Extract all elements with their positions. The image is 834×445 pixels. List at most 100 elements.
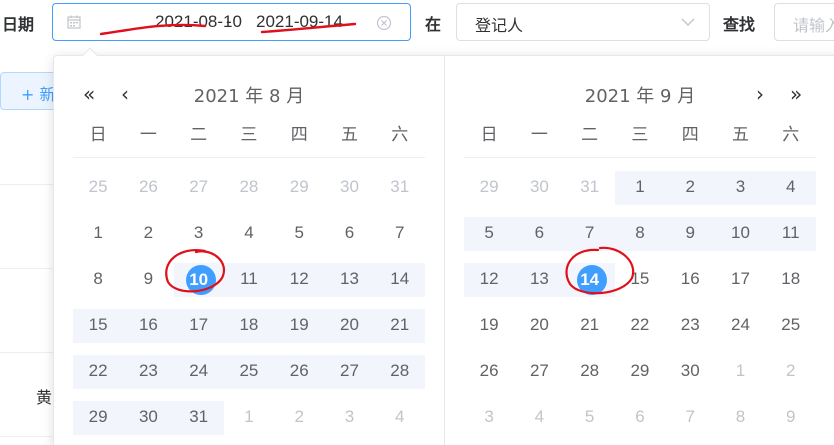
day-cell[interactable]: 14 (374, 257, 425, 303)
day-cell[interactable]: 9 (766, 395, 816, 441)
day-cell[interactable]: 19 (464, 303, 514, 349)
day-number: 1 (93, 223, 103, 242)
day-cell[interactable]: 13 (514, 257, 565, 303)
day-number: 26 (138, 177, 158, 196)
day-cell[interactable]: 4 (514, 395, 564, 441)
day-cell[interactable]: 6 (615, 395, 665, 441)
day-cell[interactable]: 3 (715, 165, 766, 211)
day-cell[interactable]: 1 (73, 211, 123, 257)
day-cell[interactable]: 17 (173, 303, 224, 349)
day-cell[interactable]: 4 (375, 395, 425, 441)
day-cell[interactable]: 12 (274, 257, 325, 303)
day-cell[interactable]: 8 (715, 395, 765, 441)
day-cell[interactable]: 28 (374, 349, 425, 395)
day-number: 28 (239, 177, 259, 196)
day-cell[interactable]: 15 (615, 257, 665, 303)
day-cell[interactable]: 19 (274, 303, 325, 349)
day-cell[interactable]: 26 (274, 349, 325, 395)
day-cell[interactable]: 12 (464, 257, 515, 303)
day-cell[interactable]: 1 (715, 349, 765, 395)
week-row: 5 6 7 8 9 10 11 (464, 211, 816, 257)
day-cell[interactable]: 20 (324, 303, 375, 349)
day-cell[interactable]: 13 (324, 257, 375, 303)
day-cell[interactable]: 3 (464, 395, 514, 441)
day-cell[interactable]: 8 (614, 211, 666, 257)
day-cell[interactable]: 30 (324, 165, 374, 211)
day-cell[interactable]: 3 (324, 395, 374, 441)
day-cell[interactable]: 18 (223, 303, 275, 349)
day-cell[interactable]: 21 (565, 303, 615, 349)
day-cell[interactable]: 10 (173, 257, 224, 303)
day-cell[interactable]: 2 (665, 165, 716, 211)
day-cell[interactable]: 24 (173, 349, 224, 395)
day-cell[interactable]: 7 (375, 211, 425, 257)
day-cell[interactable]: 30 (665, 349, 715, 395)
day-cell[interactable]: 17 (715, 257, 765, 303)
add-button-label: + 新 (21, 85, 56, 104)
day-cell[interactable]: 18 (766, 257, 816, 303)
day-number: 2 (294, 407, 304, 426)
day-cell[interactable]: 22 (73, 349, 124, 395)
day-cell[interactable]: 20 (514, 303, 564, 349)
day-cell[interactable]: 23 (665, 303, 715, 349)
day-cell[interactable]: 24 (715, 303, 765, 349)
day-cell[interactable]: 25 (766, 303, 816, 349)
day-cell[interactable]: 3 (174, 211, 224, 257)
day-cell[interactable]: 29 (615, 349, 665, 395)
day-cell[interactable]: 27 (174, 165, 224, 211)
day-cell[interactable]: 22 (615, 303, 665, 349)
day-cell[interactable]: 8 (73, 257, 123, 303)
day-cell[interactable]: 31 (173, 395, 224, 441)
day-cell[interactable]: 26 (123, 165, 173, 211)
day-cell[interactable]: 11 (765, 211, 816, 257)
day-cell[interactable]: 9 (123, 257, 173, 303)
field-select[interactable]: 登记人 (456, 3, 710, 41)
next-month-button[interactable]: › (756, 84, 764, 104)
day-cell[interactable]: 23 (123, 349, 174, 395)
day-cell[interactable]: 16 (665, 257, 715, 303)
day-cell[interactable]: 2 (123, 211, 173, 257)
day-cell[interactable]: 21 (374, 303, 425, 349)
day-cell[interactable]: 5 (274, 211, 324, 257)
day-cell[interactable]: 27 (514, 349, 564, 395)
clear-icon[interactable] (376, 15, 392, 31)
day-cell[interactable]: 9 (665, 211, 716, 257)
day-number: 23 (680, 315, 700, 334)
day-cell[interactable]: 16 (123, 303, 174, 349)
day-cell[interactable]: 1 (224, 395, 274, 441)
day-cell[interactable]: 25 (73, 165, 123, 211)
day-cell[interactable]: 6 (324, 211, 374, 257)
day-cell[interactable]: 30 (123, 395, 174, 441)
day-cell[interactable]: 26 (464, 349, 514, 395)
day-cell[interactable]: 28 (224, 165, 274, 211)
day-cell[interactable]: 7 (564, 211, 615, 257)
day-cell[interactable]: 29 (274, 165, 324, 211)
day-cell[interactable]: 31 (565, 165, 615, 211)
day-cell[interactable]: 2 (274, 395, 324, 441)
day-cell[interactable]: 2 (766, 349, 816, 395)
next-year-button[interactable]: » (790, 84, 802, 104)
day-cell[interactable]: 4 (224, 211, 274, 257)
day-cell[interactable]: 29 (464, 165, 514, 211)
day-cell[interactable]: 1 (614, 165, 666, 211)
day-cell[interactable]: 5 (464, 211, 515, 257)
day-cell[interactable]: 31 (375, 165, 425, 211)
day-cell[interactable]: 27 (324, 349, 375, 395)
date-range-input[interactable]: 2021-08-10 - 2021-09-14 (52, 3, 411, 41)
day-cell[interactable]: 29 (73, 395, 124, 441)
range-end-value[interactable]: 2021-09-14 (256, 12, 343, 32)
day-cell[interactable]: 28 (565, 349, 615, 395)
day-cell[interactable]: 25 (223, 349, 275, 395)
day-cell[interactable]: 10 (715, 211, 766, 257)
day-cell[interactable]: 4 (765, 165, 816, 211)
add-button[interactable]: + 新 (0, 72, 60, 110)
day-cell[interactable]: 15 (73, 303, 124, 349)
day-cell[interactable]: 30 (514, 165, 564, 211)
day-cell[interactable]: 14 (564, 257, 615, 303)
day-cell[interactable]: 5 (565, 395, 615, 441)
day-cell[interactable]: 11 (223, 257, 275, 303)
day-cell[interactable]: 6 (514, 211, 565, 257)
day-number: 7 (584, 223, 595, 242)
day-cell[interactable]: 7 (665, 395, 715, 441)
search-input[interactable]: 请输入 (774, 3, 834, 41)
